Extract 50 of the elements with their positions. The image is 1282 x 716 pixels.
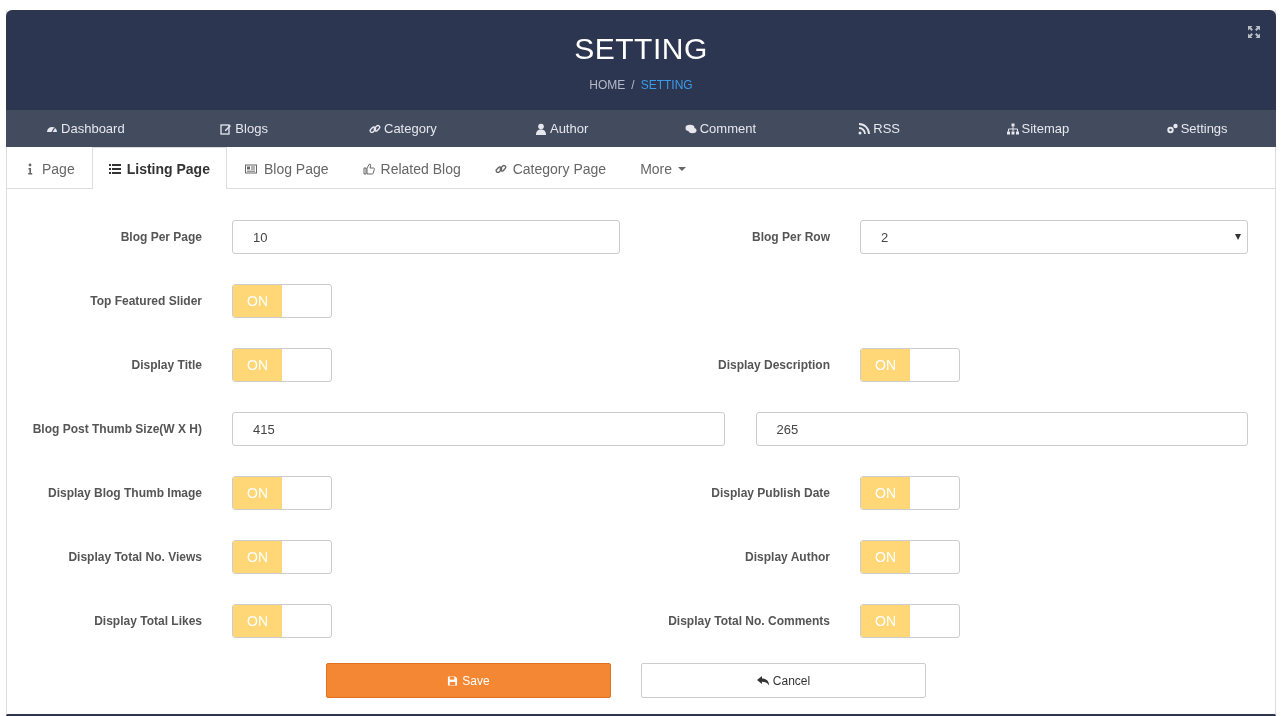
breadcrumb-link[interactable]: SETTING (640, 78, 693, 92)
breadcrumb-separator: / (631, 78, 635, 92)
nav-item[interactable]: RSS (799, 110, 959, 147)
nav-item[interactable]: Comment (641, 110, 800, 147)
field-label: Display Description (716, 357, 830, 374)
rss-icon (858, 122, 871, 135)
link-icon (494, 163, 507, 175)
nav-item[interactable]: Dashboard (6, 110, 165, 147)
link-icon (369, 122, 381, 135)
field-label: Display Author (744, 549, 830, 566)
input-field[interactable]: 10 (232, 220, 620, 254)
tab[interactable]: Listing Page (91, 147, 227, 189)
tab[interactable]: Page (7, 148, 92, 189)
input-field[interactable]: 265 (755, 412, 1248, 446)
list-icon (108, 162, 121, 175)
nav-item[interactable]: Settings (1117, 110, 1276, 147)
breadcrumb-link[interactable]: HOME (589, 78, 626, 92)
caret-icon (678, 167, 687, 171)
newspaper-icon (243, 163, 258, 175)
gears-icon (1165, 122, 1178, 135)
field-label: Display Total No. Comments (667, 613, 830, 630)
thumbs-up-icon (362, 163, 375, 175)
nav-item[interactable]: Author (482, 110, 641, 147)
field-label: Display Title (130, 357, 202, 374)
field-label: Display Blog Thumb Image (46, 485, 202, 502)
field-label: Blog Per Page (119, 229, 202, 246)
field-label: Display Total No. Views (67, 549, 202, 566)
page-title: SETTING (574, 32, 708, 66)
select-field[interactable]: 2 (860, 220, 1248, 254)
field-label: Top Featured Slider (89, 293, 202, 310)
field-label: Display Publish Date (710, 485, 830, 502)
tab[interactable]: Category Page (477, 148, 624, 189)
comments-icon (684, 122, 697, 135)
field-label: Blog Per Row (751, 229, 830, 246)
sitemap-icon (1006, 122, 1019, 135)
input-field[interactable]: 415 (232, 412, 725, 446)
nav-item[interactable]: Category (323, 110, 483, 147)
user-icon (534, 122, 547, 135)
tab[interactable]: More (623, 148, 704, 189)
floppy-icon (447, 674, 459, 687)
reply-arrow-icon (756, 674, 769, 687)
expand-icon (1246, 26, 1262, 38)
cancel-button[interactable]: Cancel (641, 663, 926, 698)
pencil-icon (220, 122, 233, 135)
nav-item[interactable]: Blogs (164, 110, 324, 147)
tab[interactable]: Blog Page (226, 148, 346, 189)
tab[interactable]: Related Blog (345, 148, 478, 189)
nav-item[interactable]: Sitemap (958, 110, 1118, 147)
field-label: Blog Post Thumb Size(W X H) (31, 421, 202, 438)
field-label: Display Total Likes (93, 613, 202, 630)
